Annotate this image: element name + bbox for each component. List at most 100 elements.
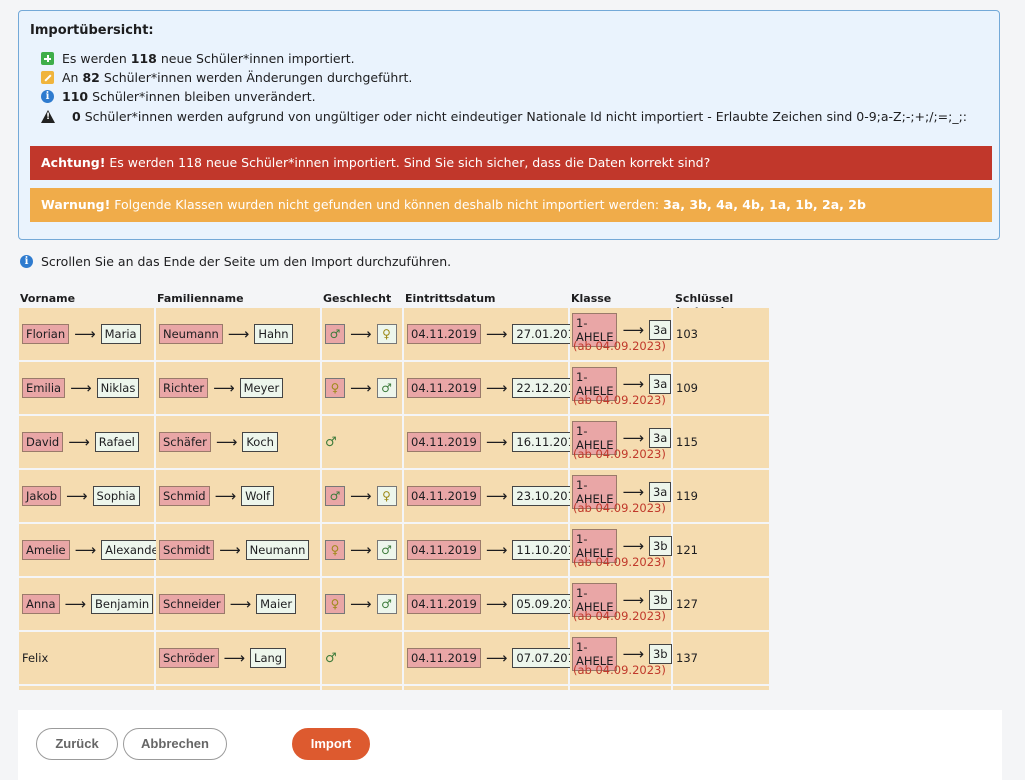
cell-class: 1-AHELE ⟶ 3b (ab 04.09.2023) [570, 578, 672, 630]
arrow-right-icon: ⟶ [485, 325, 508, 343]
cell-gender: ♂ [322, 632, 402, 684]
arrow-right-icon: ⟶ [622, 429, 644, 447]
arrow-right-icon: ⟶ [74, 325, 96, 343]
cell-first-name: Anna ⟶ Benjamin [19, 578, 154, 630]
cell-entry-date: 04.11.2019 ⟶ 23.10.2014 [404, 470, 587, 522]
arrow-right-icon: ⟶ [485, 595, 508, 613]
arrow-right-icon: ⟶ [350, 541, 372, 559]
class-since: (ab 04.09.2023) [573, 393, 666, 407]
cell-class [570, 686, 671, 690]
cell-first-name: Jakob ⟶ Sophia [19, 470, 154, 522]
arrow-right-icon: ⟶ [622, 375, 644, 393]
arrow-right-icon: ⟶ [622, 483, 644, 501]
gender-old: ♀ [325, 540, 345, 560]
first-name-old: Florian [22, 324, 70, 344]
arrow-right-icon: ⟶ [485, 541, 508, 559]
back-button[interactable]: Zurück [36, 728, 118, 760]
import-table: Vorname Familienname Geschlecht Eintritt… [19, 292, 769, 690]
cell-class: 1-AHELE ⟶ 3a (ab 04.09.2023) [570, 416, 672, 468]
arrow-right-icon: ⟶ [223, 649, 246, 667]
table-row: David ⟶ Rafael Schäfer ⟶ Koch ♂ 04.11.2019 ⟶ 16.1… [19, 416, 769, 468]
cell-entry-date: 04.11.2019 ⟶ 11.10.2014 [404, 524, 587, 576]
last-name-old: Neumann [159, 324, 223, 344]
arrow-right-icon: ⟶ [215, 433, 238, 451]
first-name-new: Sophia [92, 486, 140, 506]
gender-old: ♀ [325, 594, 345, 614]
table-header: Vorname Familienname Geschlecht Eintritt… [19, 292, 769, 318]
gender-value: ♂ [325, 434, 337, 450]
cell-last-name: Schmidt ⟶ Neumann [156, 524, 320, 576]
cell-entry-date: 04.11.2019 ⟶ 22.12.2014 [404, 362, 587, 414]
cell-external-key: 115 [673, 416, 769, 468]
external-key: 115 [676, 435, 698, 449]
cell-external-key: 127 [673, 578, 769, 630]
cell-gender [322, 686, 402, 690]
import-button[interactable]: Import [292, 728, 370, 760]
first-name-old: Amelie [22, 540, 70, 560]
cell-external-key: 137 [673, 632, 769, 684]
arrow-right-icon: ⟶ [485, 649, 508, 667]
first-name-new: Maria [100, 324, 141, 344]
gender-old: ♀ [325, 378, 345, 398]
arrow-right-icon: ⟶ [485, 487, 508, 505]
summary-invalid-line: 0Schüler*innen werden aufgrund von ungül… [41, 109, 967, 124]
header-klasse: Klasse [571, 292, 612, 305]
class-since: (ab 04.09.2023) [573, 609, 666, 623]
class-new: 3a [648, 374, 672, 394]
table-row: Felix Schröder ⟶ Lang ♂ 04.11.2019 ⟶ 07.07.2014… [19, 632, 769, 684]
scroll-hint: i Scrollen Sie an das Ende der Seite um … [20, 254, 451, 269]
arrow-right-icon: ⟶ [622, 537, 644, 555]
table-row: Jakob ⟶ Sophia Schmid ⟶ Wolf ♂ ⟶ ♀ 04.11.2019 ⟶ 23.… [19, 470, 769, 522]
gender-value: ♂ [325, 650, 337, 666]
cell-last-name: Schmid ⟶ Wolf [156, 470, 320, 522]
last-name-old: Schäfer [159, 432, 211, 452]
arrow-right-icon: ⟶ [213, 379, 235, 397]
last-name-new: Neumann [245, 540, 310, 560]
cell-class: 1-AHELE ⟶ 3a (ab 04.09.2023) [570, 308, 672, 360]
entry-date-old: 04.11.2019 [407, 486, 481, 506]
gender-old: ♂ [325, 486, 345, 506]
class-since: (ab 04.09.2023) [573, 447, 666, 461]
arrow-right-icon: ⟶ [214, 487, 237, 505]
arrow-right-icon: ⟶ [219, 541, 241, 559]
arrow-right-icon: ⟶ [622, 321, 644, 339]
external-key: 121 [676, 543, 698, 557]
header-familienname: Familienname [157, 292, 244, 305]
external-key: 137 [676, 651, 698, 665]
cell-gender: ♀ ⟶ ♂ [322, 362, 402, 414]
cell-class: 1-AHELE ⟶ 3b (ab 04.09.2023) [570, 632, 672, 684]
entry-date-old: 04.11.2019 [407, 540, 481, 560]
arrow-right-icon: ⟶ [74, 541, 97, 559]
cell-gender: ♂ [322, 416, 402, 468]
summary-new-line: Es werden 118 neue Schüler*innen importier… [41, 51, 355, 66]
last-name-old: Schmid [159, 486, 210, 506]
first-name-new: Niklas [96, 378, 140, 398]
arrow-right-icon: ⟶ [68, 433, 90, 451]
external-key: 103 [676, 327, 698, 341]
table-row: Florian ⟶ Maria Neumann ⟶ Hahn ♂ ⟶ ♀ 04.11.2019 ⟶ 2… [19, 308, 769, 360]
danger-alert: Achtung! Es werden 118 neue Schüler*inne… [30, 146, 992, 180]
arrow-right-icon: ⟶ [66, 487, 88, 505]
arrow-right-icon: ⟶ [229, 595, 252, 613]
arrow-right-icon: ⟶ [350, 325, 372, 343]
class-new: 3b [648, 536, 672, 556]
arrow-right-icon: ⟶ [227, 325, 250, 343]
last-name-new: Wolf [241, 486, 275, 506]
last-name-new: Maier [256, 594, 297, 614]
last-name-new: Meyer [239, 378, 284, 398]
import-summary-panel: Importübersicht: Es werden 118 neue Schüle… [18, 10, 1000, 240]
cell-class: 1-AHELE ⟶ 3b (ab 04.09.2023) [570, 524, 672, 576]
cell-entry-date [404, 686, 568, 690]
class-new: 3b [648, 590, 672, 610]
arrow-right-icon: ⟶ [350, 487, 372, 505]
footer-bar: Zurück Abbrechen Import [18, 710, 1002, 780]
header-eintrittsdatum: Eintrittsdatum [405, 292, 496, 305]
gender-new: ♂ [376, 594, 397, 614]
class-new: 3a [648, 428, 672, 448]
cell-entry-date: 04.11.2019 ⟶ 07.07.2014 [404, 632, 587, 684]
cell-entry-date: 04.11.2019 ⟶ 27.01.2015 [404, 308, 587, 360]
cancel-button[interactable]: Abbrechen [123, 728, 227, 760]
entry-date-old: 04.11.2019 [407, 378, 481, 398]
first-name: Felix [22, 651, 49, 665]
class-since: (ab 04.09.2023) [573, 555, 666, 569]
